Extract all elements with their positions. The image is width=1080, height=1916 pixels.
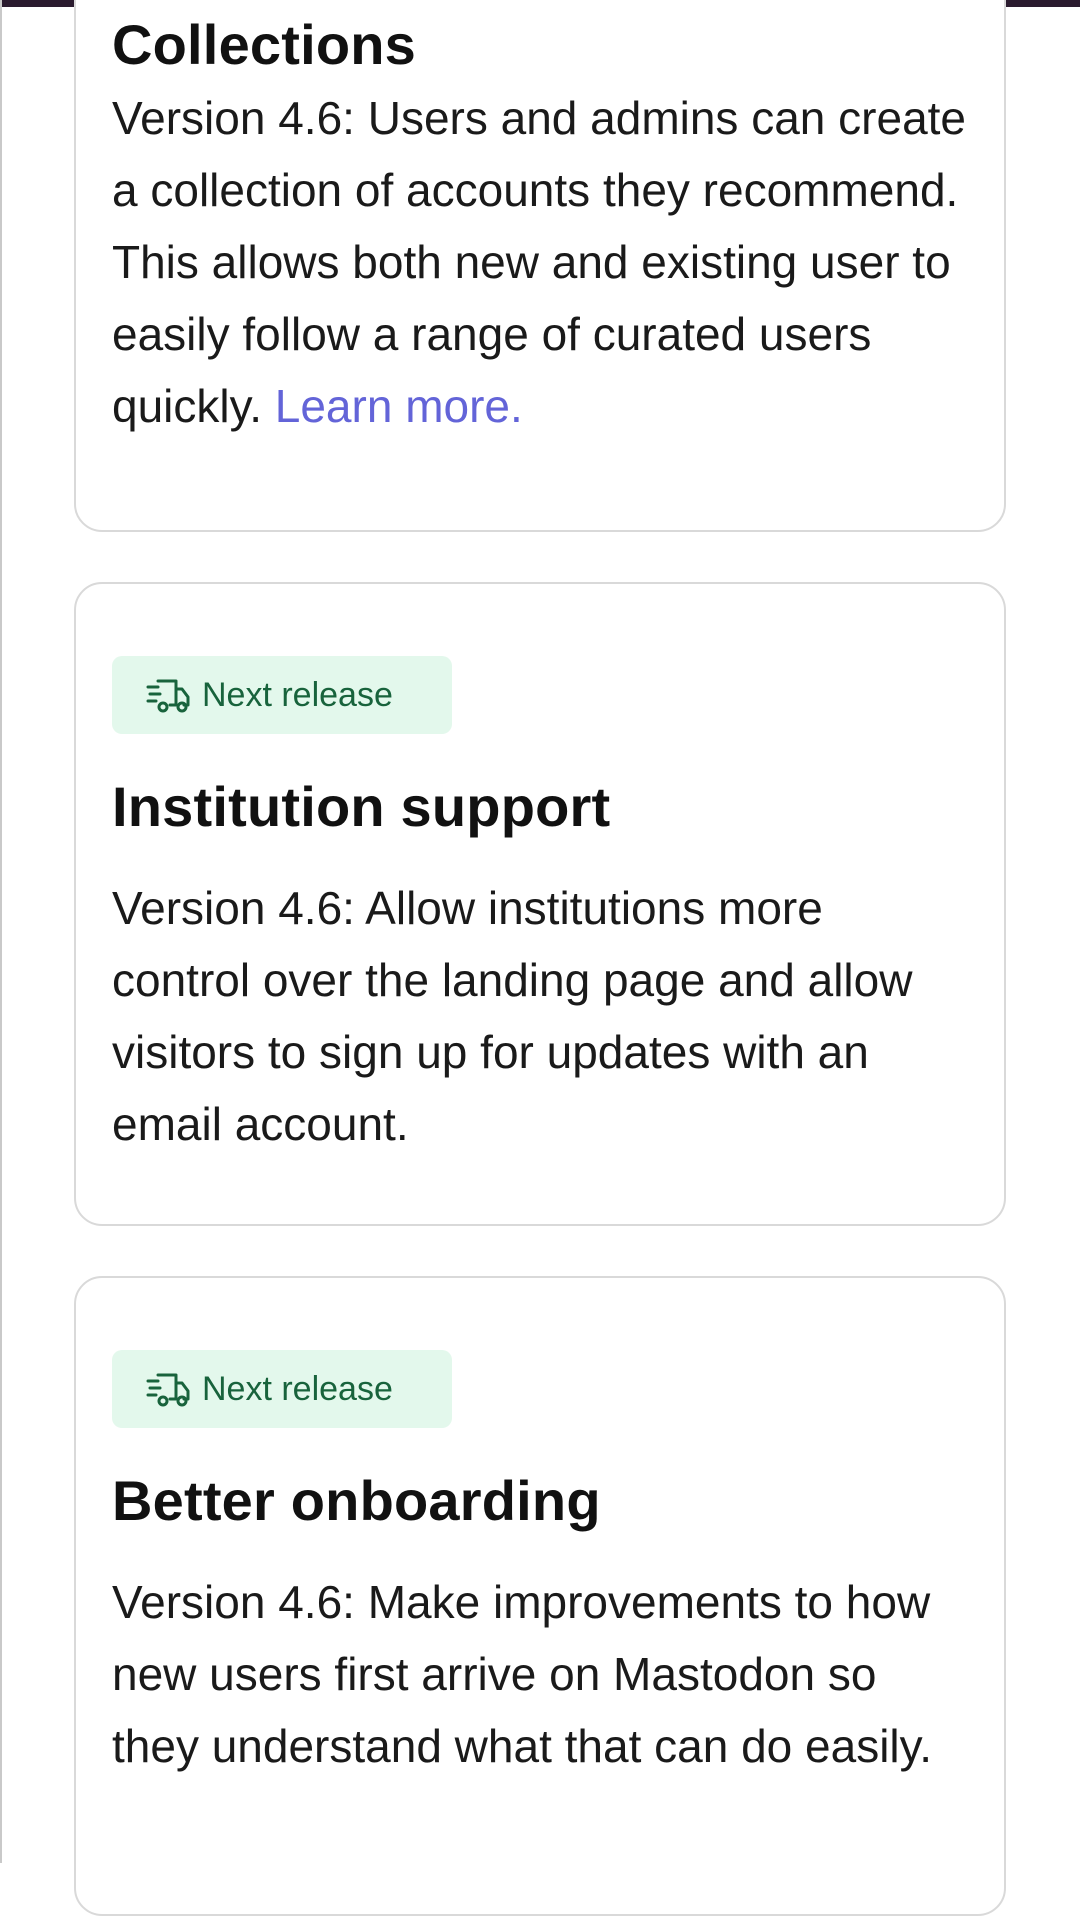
card-description: Version 4.6: Allow institutions more con… [112, 882, 913, 1150]
delivery-truck-icon [146, 1369, 190, 1409]
card-title: Collections [112, 13, 417, 76]
card-description: Version 4.6: Make improvements to how ne… [112, 1576, 933, 1772]
badge-label: Next release [202, 1369, 393, 1408]
roadmap-card-institution-support: Next release Institution support Version… [74, 582, 1006, 1226]
delivery-truck-icon [146, 675, 190, 715]
roadmap-card-collections: Collections Version 4.6: Users and admin… [74, 0, 1006, 532]
learn-more-link[interactable]: Learn more. [275, 380, 523, 432]
next-release-badge: Next release [112, 1350, 452, 1428]
card-title: Better onboarding [112, 1469, 601, 1532]
card-description-text: Version 4.6: Users and admins can create… [112, 92, 967, 432]
next-release-badge: Next release [112, 656, 452, 734]
left-border [0, 0, 2, 1863]
badge-label: Next release [202, 675, 393, 714]
card-title: Institution support [112, 775, 611, 838]
card-description: Version 4.6: Users and admins can create… [112, 82, 972, 442]
roadmap-card-better-onboarding: Next release Better onboarding Version 4… [74, 1276, 1006, 1916]
